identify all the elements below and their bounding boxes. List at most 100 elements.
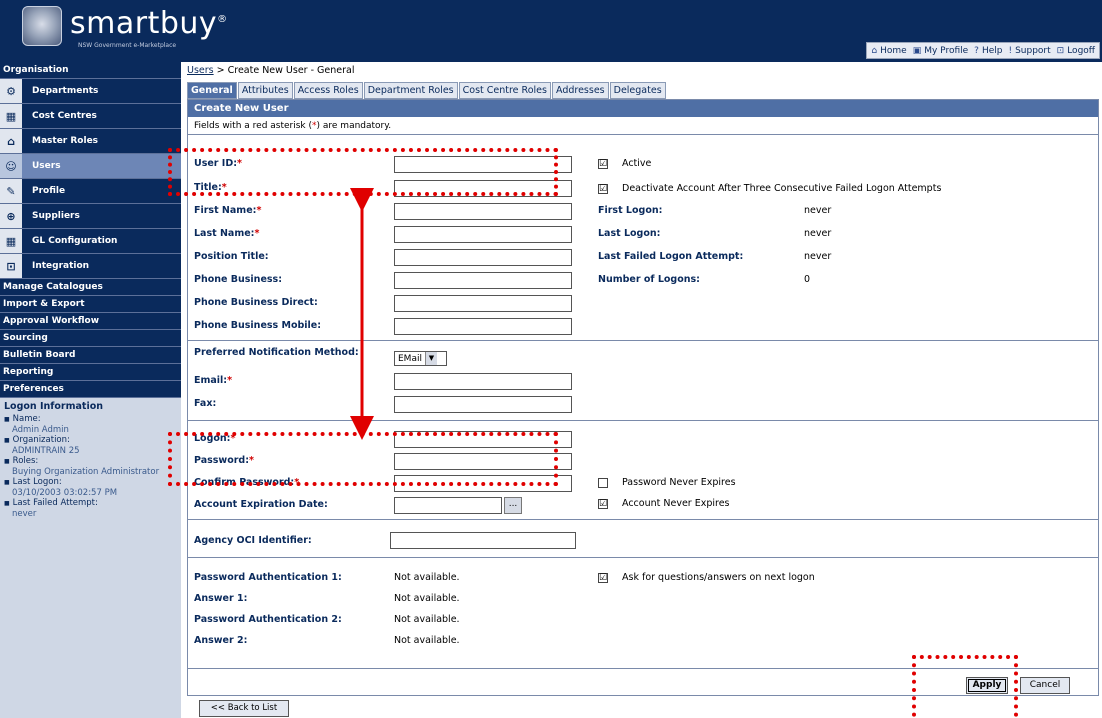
sidebar-item-departments[interactable]: ⚙ Departments [0,79,181,104]
logon-info-name: ■ Name: Admin Admin [4,414,69,435]
answer-2-value: Not available. [394,635,460,646]
tab-bar: General Attributes Access Roles Departme… [187,82,666,99]
help-link[interactable]: ? Help [974,46,1002,56]
account-expiration-input[interactable] [394,497,502,514]
phone-business-direct-input[interactable] [394,295,572,312]
sidebar-section-approval-workflow[interactable]: Approval Workflow [0,313,181,330]
password-authentication-2-value: Not available. [394,614,460,625]
tab-delegates[interactable]: Delegates [609,82,666,99]
support-link[interactable]: ! Support [1008,46,1050,56]
header: smartbuy® NSW Government e-Marketplace ⌂… [0,0,1102,62]
tab-access-roles[interactable]: Access Roles [293,82,363,99]
support-icon: ! [1008,45,1013,56]
sidebar-section-bulletin-board[interactable]: Bulletin Board [0,347,181,364]
sidebar-item-suppliers[interactable]: ⊕ Suppliers [0,204,181,229]
section-divider [188,420,1098,421]
preferred-notification-label: Preferred Notification Method: [194,347,359,358]
sidebar-item-integration[interactable]: ⊡ Integration [0,254,181,279]
logon-info-organization: ■ Organization: ADMINTRAIN 25 [4,435,80,456]
sidebar-section-reporting[interactable]: Reporting [0,364,181,381]
agency-oci-input[interactable] [390,532,576,549]
fax-input[interactable] [394,396,572,413]
sidebar-item-master-roles[interactable]: ⌂ Master Roles [0,129,181,154]
users-icon: ☺ [0,154,22,178]
mandatory-note: Fields with a red asterisk (*) are manda… [188,117,1098,135]
tab-attributes[interactable]: Attributes [237,82,293,99]
phone-business-mobile-label: Phone Business Mobile: [194,320,322,331]
notification-method-select[interactable]: EMail ▼ [394,351,447,366]
tab-department-roles[interactable]: Department Roles [363,82,458,99]
sidebar-item-profile[interactable]: ✎ Profile [0,179,181,204]
answer-1-label: Answer 1: [194,593,248,604]
help-icon: ? [974,45,979,56]
suppliers-icon: ⊕ [0,204,22,228]
email-input[interactable] [394,373,572,390]
phone-business-input[interactable] [394,272,572,289]
date-picker-button[interactable]: ... [504,497,522,514]
first-logon-value: never [804,205,832,216]
email-label: Email:* [194,375,233,386]
logon-info-last-logon: ■ Last Logon: 03/10/2003 03:02:57 PM [4,477,118,498]
smartbuy-logo[interactable]: smartbuy® [70,6,228,41]
top-navigation: ⌂ Home ▣ My Profile ? Help ! Support ⊡ Logoff [866,42,1100,59]
phone-business-mobile-input[interactable] [394,318,572,335]
section-divider [188,519,1098,520]
logo-tagline: NSW Government e-Marketplace [78,42,177,49]
nsw-crest-logo [22,6,62,46]
logon-info-last-failed: ■ Last Failed Attempt: never [4,498,98,519]
bullet-icon: ■ [4,458,10,465]
password-never-expires-checkbox[interactable] [598,478,608,488]
sidebar-section-preferences[interactable]: Preferences [0,381,181,398]
first-name-input[interactable] [394,203,572,220]
answer-1-value: Not available. [394,593,460,604]
bullet-icon: ■ [4,479,10,486]
ask-questions-checkbox[interactable]: ☑ [598,573,608,583]
logon-information: Logon Information ■ Name: Admin Admin ■ Org… [0,398,181,523]
last-failed-label: Last Failed Logon Attempt: [598,251,744,262]
sidebar-item-cost-centres[interactable]: ▦ Cost Centres [0,104,181,129]
position-title-input[interactable] [394,249,572,266]
logon-info-roles: ■ Roles: Buying Organization Administrator [4,456,160,477]
profile-icon: ▣ [912,45,922,56]
logoff-link[interactable]: ⊡ Logoff [1057,46,1095,56]
answer-2-label: Answer 2: [194,635,248,646]
bullet-icon: ■ [4,416,10,423]
tab-general[interactable]: General [187,82,237,99]
sidebar-item-gl-configuration[interactable]: ▦ GL Configuration [0,229,181,254]
profile-icon: ✎ [0,179,22,203]
tab-addresses[interactable]: Addresses [551,82,609,99]
sidebar-section-organisation[interactable]: Organisation [0,62,181,79]
sidebar-section-sourcing[interactable]: Sourcing [0,330,181,347]
account-never-expires-label: Account Never Expires [622,498,730,509]
position-title-label: Position Title: [194,251,269,262]
breadcrumb: Users > Create New User - General [187,65,355,76]
password-authentication-1-label: Password Authentication 1: [194,572,342,583]
account-never-expires-checkbox[interactable]: ☑ [598,499,608,509]
sidebar-section-import-export[interactable]: Import & Export [0,296,181,313]
active-label: Active [622,158,652,169]
last-logon-value: never [804,228,832,239]
phone-business-direct-label: Phone Business Direct: [194,297,318,308]
panel-title: Create New User [188,100,1098,117]
sidebar: Organisation ⚙ Departments ▦ Cost Centres … [0,62,181,718]
my-profile-link[interactable]: ▣ My Profile [913,46,968,56]
last-logon-label: Last Logon: [598,228,661,239]
annotation-highlight-apply [912,655,1018,718]
home-link[interactable]: ⌂ Home [871,46,906,56]
breadcrumb-users-link[interactable]: Users [187,65,214,76]
sidebar-section-manage-catalogues[interactable]: Manage Catalogues [0,279,181,296]
sidebar-item-users[interactable]: ☺ Users [0,154,181,179]
home-icon: ⌂ [871,45,878,56]
fax-label: Fax: [194,398,217,409]
last-name-input[interactable] [394,226,572,243]
cancel-button[interactable]: Cancel [1020,677,1070,694]
logoff-icon: ⊡ [1056,45,1065,56]
active-checkbox[interactable]: ☑ [598,159,608,169]
phone-business-label: Phone Business: [194,274,282,285]
deactivate-checkbox[interactable]: ☑ [598,184,608,194]
tab-cost-centre-roles[interactable]: Cost Centre Roles [458,82,551,99]
ask-questions-label: Ask for questions/answers on next logon [622,572,815,583]
agency-oci-label: Agency OCI Identifier: [194,535,312,546]
back-to-list-button[interactable]: << Back to List [199,700,289,717]
bullet-icon: ■ [4,437,10,444]
